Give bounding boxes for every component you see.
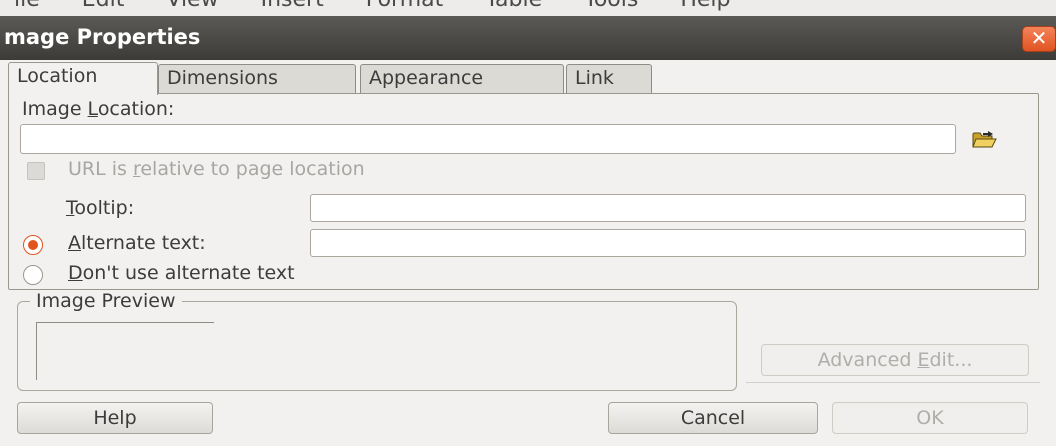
tab-dimensions[interactable]: Dimensions [158,64,356,94]
help-button[interactable]: Help [17,402,213,434]
ok-button[interactable]: OK [832,402,1028,434]
folder-open-icon[interactable] [972,130,998,150]
image-preview-area [36,322,214,380]
tab-link[interactable]: Link [566,64,652,94]
menu-insert[interactable]: Insert [261,0,324,12]
location-panel [8,93,1039,290]
image-preview-legend: Image Preview [30,290,182,312]
tooltip-label: Tooltip: [66,197,135,219]
image-location-label: Image Location: [22,98,175,120]
relative-url-label: URL is relative to page location [68,158,365,180]
alternate-text-label: Alternate text: [68,232,206,254]
advanced-edit-button[interactable]: Advanced Edit... [761,344,1029,376]
no-alternate-text-label: Don't use alternate text [68,262,295,284]
image-location-input[interactable] [20,124,956,154]
menu-view[interactable]: View [166,0,218,12]
tab-location[interactable]: Location [8,62,158,95]
separator [746,382,1040,383]
dialog-title: mage Properties [4,25,201,49]
menu-help[interactable]: Help [680,0,730,12]
relative-url-checkbox[interactable] [27,162,45,180]
close-icon[interactable]: ✕ [1022,26,1056,52]
cancel-button[interactable]: Cancel [608,402,818,434]
menu-format[interactable]: Format [366,0,444,12]
menu-table[interactable]: Table [485,0,542,12]
alternate-text-input[interactable] [310,229,1026,257]
no-alternate-text-radio[interactable] [23,265,43,285]
menu-file[interactable]: ile [14,0,40,12]
alternate-text-radio[interactable] [23,235,43,255]
tab-appearance[interactable]: Appearance [360,64,564,94]
menu-tools[interactable]: Tools [584,0,638,12]
menu-bar: ile Edit View Insert Format Table Tools … [0,0,1056,16]
dialog-titlebar[interactable]: mage Properties ✕ [0,16,1056,60]
tooltip-input[interactable] [310,194,1026,222]
menu-edit[interactable]: Edit [82,0,125,12]
